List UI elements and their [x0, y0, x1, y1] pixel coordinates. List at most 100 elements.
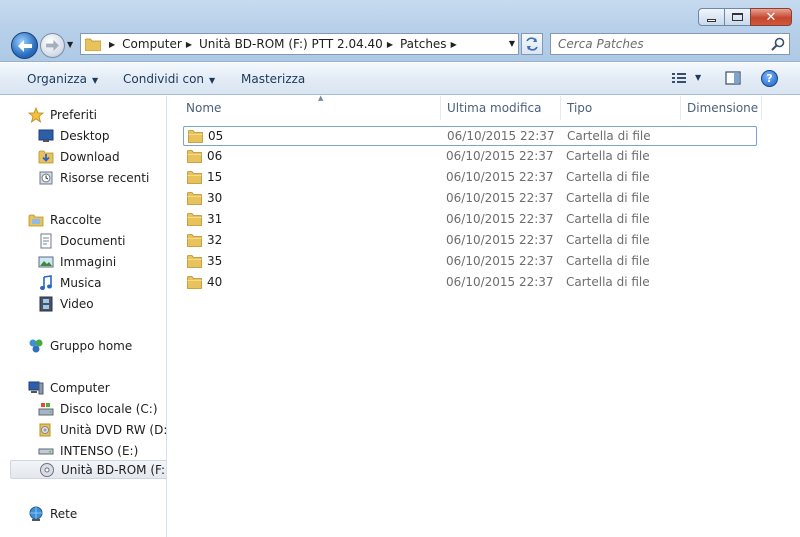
file-name: 30 [207, 191, 223, 205]
file-row[interactable]: 15 06/10/2015 22:37 Cartella di file [183, 168, 757, 188]
help-button[interactable]: ? [761, 70, 778, 87]
nav-homegroup-label: Gruppo home [50, 338, 133, 353]
file-row[interactable]: 05 06/10/2015 22:37 Cartella di file [183, 126, 757, 146]
nav-recent-label: Risorse recenti [60, 170, 150, 185]
nav-network[interactable]: Rete [28, 504, 77, 523]
folder-icon [187, 149, 202, 166]
column-header-name[interactable]: Nome ▲ [180, 94, 441, 120]
share-menu-button[interactable]: Condividi con ▼ [123, 72, 215, 86]
nav-downloads-label: Download [60, 149, 120, 164]
nav-network-label: Rete [50, 506, 78, 521]
nav-recent[interactable]: Risorse recenti [38, 168, 149, 187]
search-input[interactable] [551, 37, 761, 51]
file-modified: 06/10/2015 22:37 [446, 191, 554, 205]
address-history-dropdown[interactable]: ▼ [509, 39, 515, 48]
file-modified: 06/10/2015 22:37 [446, 254, 554, 268]
dvd-drive-icon [39, 423, 51, 436]
breadcrumb-patches[interactable]: Patches [400, 37, 447, 51]
breadcrumb-chevron-icon[interactable]: ▶ [109, 40, 115, 49]
download-folder-icon [38, 150, 54, 163]
preview-pane-button[interactable] [725, 71, 741, 88]
nav-drive-f[interactable]: Unità BD-ROM (F:) P [10, 460, 166, 479]
column-size-label: Dimensione [687, 101, 759, 115]
folder-icon [187, 170, 202, 187]
file-row[interactable]: 06 06/10/2015 22:37 Cartella di file [183, 147, 757, 167]
burn-button[interactable]: Masterizza [241, 72, 305, 86]
nav-computer[interactable]: Computer [28, 378, 110, 397]
nav-pictures[interactable]: Immagini [38, 252, 116, 271]
nav-libraries-label: Raccolte [50, 212, 102, 227]
organize-label: Organizza [27, 72, 88, 86]
file-row[interactable]: 30 06/10/2015 22:37 Cartella di file [183, 189, 757, 209]
column-header-modified[interactable]: Ultima modifica [441, 96, 561, 120]
music-note-icon [40, 274, 52, 290]
file-name: 32 [207, 233, 223, 247]
file-modified: 06/10/2015 22:37 [446, 275, 554, 289]
file-name: 40 [207, 275, 223, 289]
file-type: Cartella di file [566, 212, 650, 226]
nav-documents[interactable]: Documenti [38, 231, 126, 250]
removable-drive-icon [38, 448, 54, 454]
close-button[interactable]: ✕ [750, 8, 792, 26]
nav-drive-e[interactable]: INTENSO (E:) [38, 441, 138, 460]
caption-buttons: ✕ [698, 8, 792, 26]
nav-video[interactable]: Video [38, 294, 94, 313]
recent-pages-dropdown[interactable]: ▼ [67, 40, 73, 49]
chevron-down-icon: ▼ [92, 76, 99, 85]
file-name: 06 [207, 149, 223, 163]
breadcrumb-drive[interactable]: Unità BD-ROM (F:) PTT 2.04.40 [199, 37, 383, 51]
file-name: 35 [207, 254, 223, 268]
navigation-pane: Preferiti Desktop Download Risorse recen… [0, 96, 167, 537]
folder-icon [187, 233, 202, 250]
nav-homegroup[interactable]: Gruppo home [28, 336, 132, 355]
organize-menu-button[interactable]: Organizza ▼ [27, 72, 98, 86]
computer-icon [28, 381, 44, 394]
minimize-button[interactable] [698, 8, 724, 26]
chevron-down-icon: ▼ [209, 76, 216, 85]
column-modified-label: Ultima modifica [447, 101, 542, 115]
folder-icon [187, 212, 202, 229]
breadcrumb-chevron-icon[interactable]: ▶ [387, 40, 393, 49]
nav-drive-c-label: Disco locale (C:) [60, 401, 158, 416]
file-name: 05 [208, 129, 224, 143]
column-header-type[interactable]: Tipo [561, 96, 681, 120]
nav-drive-d-label: Unità DVD RW (D:) C [60, 422, 167, 437]
breadcrumb-chevron-icon[interactable]: ▶ [451, 40, 457, 49]
close-icon: ✕ [765, 9, 777, 25]
nav-favorites[interactable]: Preferiti [28, 105, 97, 124]
file-modified: 06/10/2015 22:37 [446, 170, 554, 184]
folder-icon [187, 191, 202, 208]
address-bar[interactable]: ▶ Computer ▶ Unità BD-ROM (F:) PTT 2.04.… [80, 33, 519, 55]
hard-drive-icon [38, 402, 54, 415]
maximize-button[interactable] [724, 8, 750, 26]
share-label: Condividi con [123, 72, 205, 86]
column-header-size[interactable]: Dimensione [681, 96, 762, 120]
back-button[interactable] [11, 32, 38, 59]
file-row[interactable]: 35 06/10/2015 22:37 Cartella di file [183, 252, 757, 272]
forward-button[interactable] [40, 33, 65, 58]
refresh-button[interactable] [521, 33, 543, 55]
folder-icon [188, 129, 203, 146]
nav-drive-d[interactable]: Unità DVD RW (D:) C [38, 420, 167, 439]
nav-libraries[interactable]: Raccolte [28, 210, 101, 229]
column-name-label: Nome [186, 101, 222, 115]
change-view-button[interactable] [671, 71, 687, 88]
breadcrumb-computer[interactable]: Computer [122, 37, 182, 51]
view-options-chevron-icon[interactable]: ▼ [695, 73, 701, 82]
film-icon [39, 296, 53, 311]
nav-desktop[interactable]: Desktop [38, 126, 110, 145]
nav-downloads[interactable]: Download [38, 147, 120, 166]
nav-drive-c[interactable]: Disco locale (C:) [38, 399, 158, 418]
file-name: 15 [207, 170, 223, 184]
search-icon[interactable] [771, 37, 785, 54]
file-row[interactable]: 31 06/10/2015 22:37 Cartella di file [183, 210, 757, 230]
file-row[interactable]: 32 06/10/2015 22:37 Cartella di file [183, 231, 757, 251]
nav-documents-label: Documenti [60, 233, 126, 248]
file-row[interactable]: 40 06/10/2015 22:37 Cartella di file [183, 273, 757, 293]
breadcrumb-chevron-icon[interactable]: ▶ [186, 40, 192, 49]
nav-music[interactable]: Musica [38, 273, 102, 292]
nav-drive-e-label: INTENSO (E:) [60, 443, 139, 458]
search-box[interactable] [550, 33, 790, 55]
file-type: Cartella di file [567, 129, 651, 143]
nav-pictures-label: Immagini [60, 254, 117, 269]
